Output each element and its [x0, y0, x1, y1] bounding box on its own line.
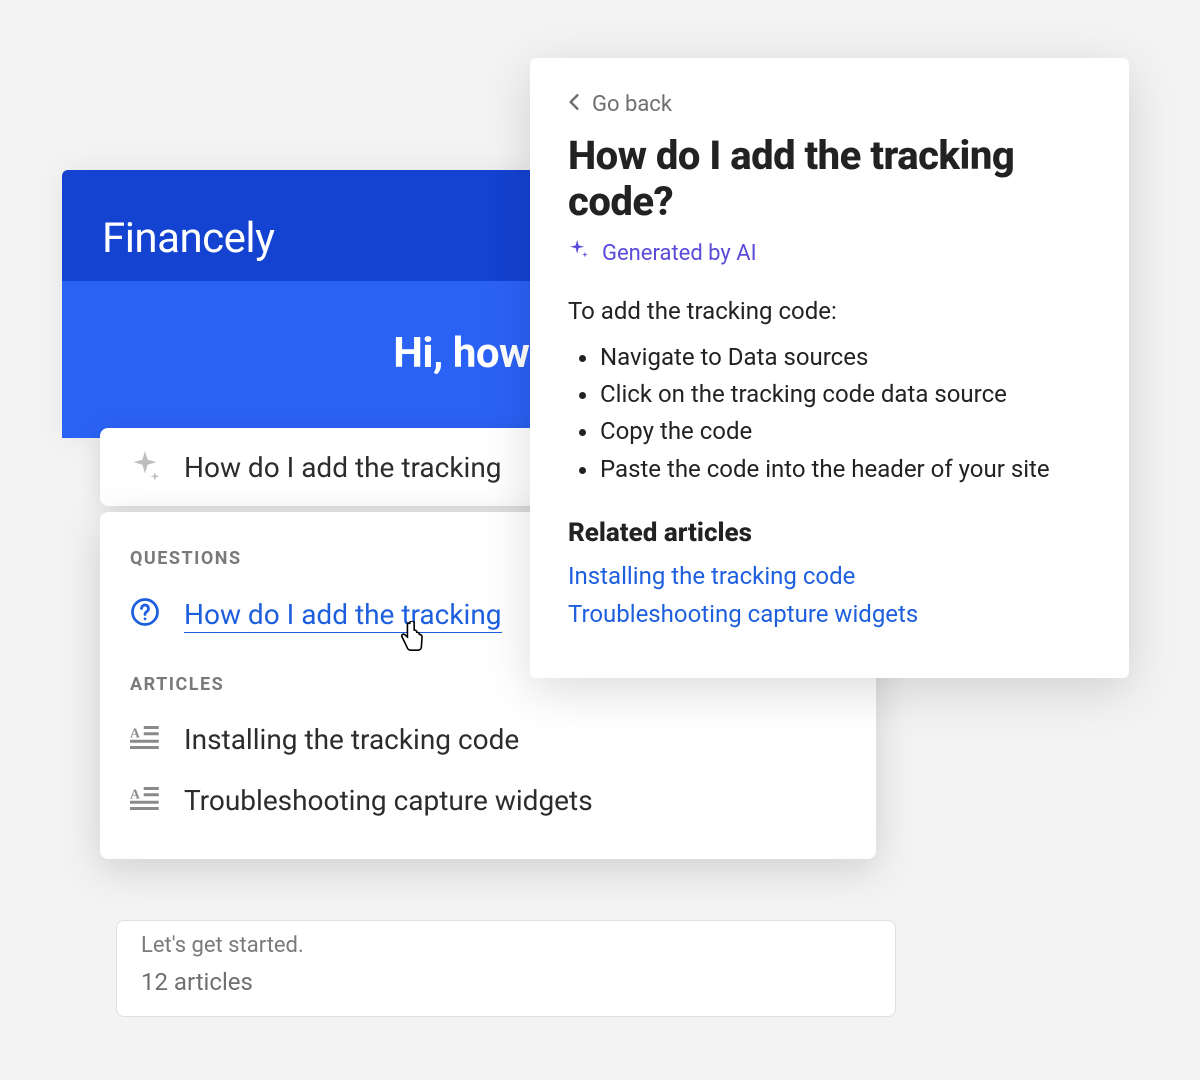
article-result-label: Installing the tracking code [184, 723, 519, 756]
article-icon: A [130, 723, 160, 756]
answer-popover: Go back How do I add the tracking code? … [530, 58, 1129, 678]
sparkle-icon [128, 448, 162, 486]
chevron-left-icon [568, 92, 580, 117]
category-card-count: 12 articles [141, 968, 871, 996]
sparkle-icon [568, 239, 590, 267]
answer-step: Navigate to Data sources [600, 339, 1091, 376]
category-card-title: Let's get started. [141, 933, 871, 958]
go-back-label: Go back [592, 92, 672, 117]
article-result[interactable]: A Troubleshooting capture widgets [100, 770, 876, 831]
svg-text:A: A [130, 725, 140, 740]
go-back-button[interactable]: Go back [568, 92, 1091, 117]
generated-by-badge: Generated by AI [568, 239, 1091, 267]
generated-by-label: Generated by AI [602, 241, 757, 266]
answer-title: How do I add the tracking code? [568, 133, 1091, 225]
related-article-link[interactable]: Troubleshooting capture widgets [568, 600, 1091, 628]
svg-text:A: A [130, 786, 140, 801]
answer-intro: To add the tracking code: [568, 297, 1091, 325]
question-icon [130, 597, 160, 634]
answer-step: Click on the tracking code data source [600, 376, 1091, 413]
answer-steps: Navigate to Data sources Click on the tr… [568, 339, 1091, 488]
article-result-label: Troubleshooting capture widgets [184, 784, 593, 817]
category-card[interactable]: Let's get started. 12 articles [116, 920, 896, 1017]
answer-step: Copy the code [600, 413, 1091, 450]
question-result-label: How do I add the tracking [184, 598, 502, 633]
related-articles-heading: Related articles [568, 518, 1091, 548]
article-result[interactable]: A Installing the tracking code [100, 709, 876, 770]
article-icon: A [130, 784, 160, 817]
related-article-link[interactable]: Installing the tracking code [568, 562, 1091, 590]
search-text: How do I add the tracking [184, 451, 502, 484]
answer-step: Paste the code into the header of your s… [600, 451, 1091, 488]
